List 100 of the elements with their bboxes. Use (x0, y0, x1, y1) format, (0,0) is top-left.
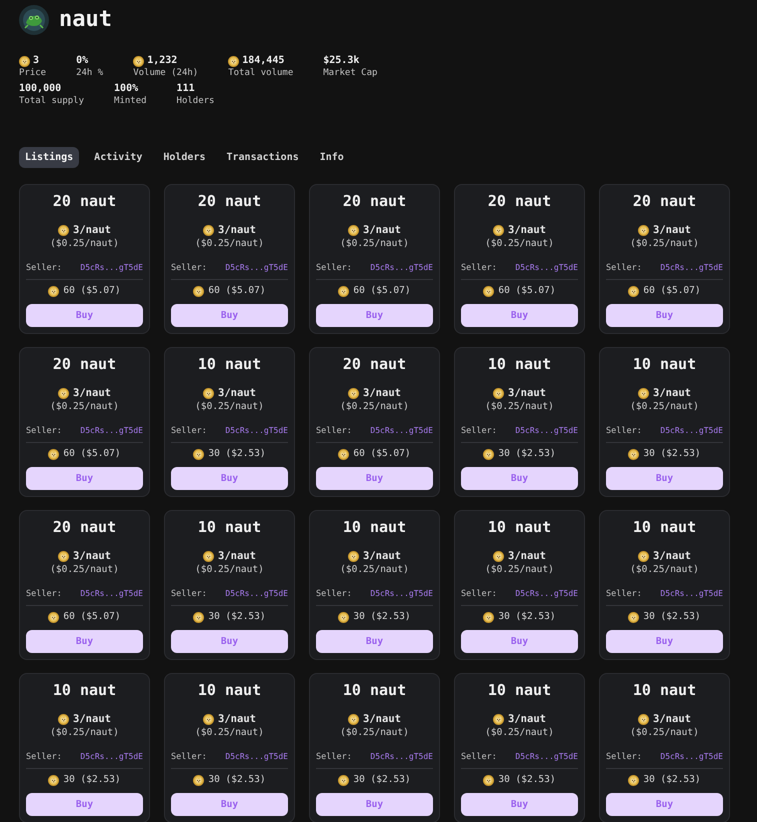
coin-icon (48, 286, 60, 296)
seller-link[interactable]: D5cRs...gT5dE (515, 588, 578, 600)
seller-label: Seller: (171, 425, 207, 437)
seller-link[interactable]: D5cRs...gT5dE (225, 425, 288, 437)
seller-label: Seller: (461, 751, 497, 763)
coin-icon (193, 448, 204, 460)
unit-price: 3/naut (363, 386, 401, 400)
logo-icon (19, 5, 49, 35)
seller-label: Seller: (316, 588, 352, 600)
unit-price-usd: ($0.25/naut) (485, 237, 554, 250)
total-price: 60 ($5.07) (63, 284, 121, 298)
buy-button[interactable]: Buy (606, 304, 723, 327)
tab[interactable]: Activity (88, 147, 148, 168)
seller-link[interactable]: D5cRs...gT5dE (660, 588, 723, 600)
tab[interactable]: Transactions (220, 147, 305, 168)
buy-button[interactable]: Buy (26, 304, 143, 327)
buy-button[interactable]: Buy (316, 304, 433, 327)
unit-price-usd: ($0.25/naut) (195, 726, 264, 739)
seller-link[interactable]: D5cRs...gT5dE (80, 425, 143, 437)
seller-label: Seller: (461, 262, 497, 274)
buy-button[interactable]: Buy (461, 304, 578, 327)
buy-button[interactable]: Buy (171, 630, 288, 653)
seller-link[interactable]: D5cRs...gT5dE (225, 262, 288, 274)
stat-label: 24h % (76, 67, 104, 79)
seller-link[interactable]: D5cRs...gT5dE (370, 425, 433, 437)
coin-icon (48, 448, 60, 460)
buy-button[interactable]: Buy (461, 467, 578, 490)
unit-price: 3/naut (73, 549, 111, 563)
seller-link[interactable]: D5cRs...gT5dE (225, 588, 288, 600)
coin-icon (338, 774, 350, 786)
seller-link[interactable]: D5cRs...gT5dE (370, 262, 433, 274)
buy-button[interactable]: Buy (461, 793, 578, 816)
seller-label: Seller: (26, 262, 62, 274)
unit-price: 3/naut (653, 549, 691, 563)
buy-button[interactable]: Buy (606, 793, 723, 816)
unit-price-usd: ($0.25/naut) (630, 237, 699, 250)
coin-icon (638, 550, 650, 562)
total-price: 30 ($2.53) (643, 610, 701, 624)
seller-link[interactable]: D5cRs...gT5dE (225, 751, 288, 763)
seller-link[interactable]: D5cRs...gT5dE (660, 751, 723, 763)
total-price: 60 ($5.07) (643, 284, 701, 298)
tab[interactable]: Holders (157, 147, 212, 168)
unit-price-usd: ($0.25/naut) (630, 726, 699, 739)
buy-button[interactable]: Buy (171, 304, 288, 327)
seller-link[interactable]: D5cRs...gT5dE (515, 425, 578, 437)
seller-link[interactable]: D5cRs...gT5dE (515, 751, 578, 763)
buy-button[interactable]: Buy (26, 467, 143, 490)
stat-value: 0% (76, 55, 88, 67)
total-price: 30 ($2.53) (63, 773, 121, 787)
seller-link[interactable]: D5cRs...gT5dE (80, 751, 143, 763)
unit-price-usd: ($0.25/naut) (50, 237, 119, 250)
seller-link[interactable]: D5cRs...gT5dE (370, 751, 433, 763)
coin-icon (483, 774, 494, 786)
buy-button[interactable]: Buy (171, 467, 288, 490)
total-price: 60 ($5.07) (208, 284, 266, 298)
buy-button[interactable]: Buy (26, 630, 143, 653)
buy-button[interactable]: Buy (316, 467, 433, 490)
total-price: 60 ($5.07) (63, 447, 121, 461)
buy-button[interactable]: Buy (26, 793, 143, 816)
seller-label: Seller: (316, 262, 352, 274)
unit-price: 3/naut (653, 386, 691, 400)
stat-value: 3 (33, 55, 40, 67)
coin-icon (628, 286, 640, 296)
seller-link[interactable]: D5cRs...gT5dE (660, 262, 723, 274)
unit-price-usd: ($0.25/naut) (340, 563, 409, 576)
seller-label: Seller: (171, 588, 207, 600)
unit-price-usd: ($0.25/naut) (340, 726, 409, 739)
seller-link[interactable]: D5cRs...gT5dE (660, 425, 723, 437)
unit-price: 3/naut (218, 386, 256, 400)
seller-link[interactable]: D5cRs...gT5dE (515, 262, 578, 274)
total-price: 60 ($5.07) (353, 284, 411, 298)
coin-icon (58, 224, 70, 236)
unit-price: 3/naut (218, 223, 256, 237)
coin-icon (348, 224, 360, 236)
coin-icon (58, 550, 70, 562)
tab[interactable]: Info (314, 147, 350, 168)
coin-icon (203, 388, 214, 398)
coin-icon (58, 714, 70, 724)
total-price: 30 ($2.53) (353, 610, 411, 624)
buy-button[interactable]: Buy (171, 793, 288, 816)
tab[interactable]: Listings (19, 147, 80, 168)
seller-link[interactable]: D5cRs...gT5dE (80, 262, 143, 274)
stat-label: Volume (24h) (133, 67, 198, 79)
buy-button[interactable]: Buy (316, 793, 433, 816)
seller-link[interactable]: D5cRs...gT5dE (370, 588, 433, 600)
coin-icon (628, 612, 640, 622)
buy-button[interactable]: Buy (606, 467, 723, 490)
seller-label: Seller: (316, 751, 352, 763)
coin-icon (193, 612, 204, 622)
coin-icon (628, 448, 640, 460)
seller-label: Seller: (171, 751, 207, 763)
listing-amount: 20 naut (52, 354, 116, 374)
seller-link[interactable]: D5cRs...gT5dE (80, 588, 143, 600)
coin-icon (493, 714, 504, 724)
buy-button[interactable]: Buy (461, 630, 578, 653)
unit-price-usd: ($0.25/naut) (50, 400, 119, 413)
unit-price: 3/naut (73, 712, 111, 726)
buy-button[interactable]: Buy (316, 630, 433, 653)
buy-button[interactable]: Buy (606, 630, 723, 653)
listing-amount: 10 naut (198, 680, 262, 700)
